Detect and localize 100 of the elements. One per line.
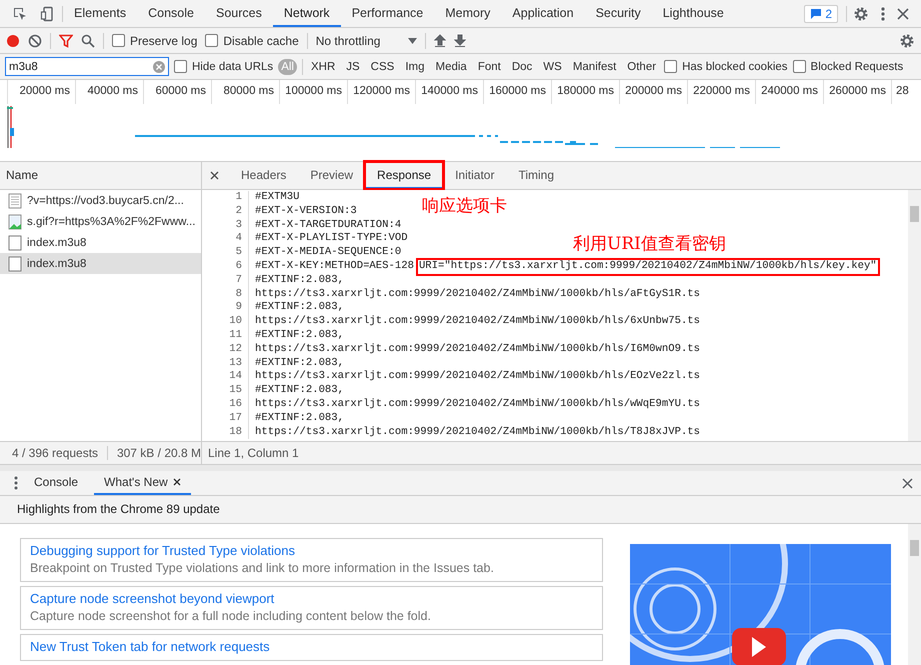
line-number: 13 [202,356,249,370]
issues-badge[interactable]: 2 [804,4,838,22]
timeline-tick: 140000 ms [415,80,483,104]
panel-tab[interactable]: Sources [204,0,273,27]
line-number: 4 [202,232,249,246]
panel-tab[interactable]: Memory [434,0,502,27]
type-filter[interactable]: CSS [368,58,398,74]
detail-tab[interactable]: Timing [506,162,566,189]
throttling-select[interactable]: No throttling [316,34,418,48]
feature-link[interactable]: Capture node screenshot beyond viewport [30,591,593,606]
code-line: https://ts3.xarxrljt.com:9999/20210402/Z4mMbiNW/1000kb/hls/6xUnbw75.ts [254,315,700,329]
feature-card[interactable]: Debugging support for Trusted Type violations Breakpoint on Trusted Type violations and link to more information in the Issues tab. [20,538,603,582]
image-icon [8,214,22,230]
type-filter[interactable]: WS [540,58,565,74]
timeline-tick: 240000 ms [755,80,823,104]
filter-field[interactable]: m3u8 [5,57,169,76]
more-menu-icon[interactable] [14,476,18,490]
settings-icon[interactable] [853,6,869,22]
checkbox[interactable] [664,60,678,73]
feature-card[interactable]: Capture node screenshot beyond viewport Capture node screenshot for a full node including content below the fold. [20,586,603,630]
annotation-text: 响应选项卡 [422,195,507,217]
type-filter[interactable]: Doc [508,58,536,74]
type-filter[interactable]: JS [343,58,363,74]
line-number: 16 [202,398,249,412]
checkbox[interactable] [205,34,218,47]
type-filter[interactable]: XHR [308,58,338,74]
scrollbar[interactable] [908,190,921,441]
line-number: 6 [202,260,249,274]
timeline-tick: 60000 ms [143,80,211,104]
panel-tab[interactable]: Lighthouse [652,0,735,27]
record-icon[interactable] [6,34,20,48]
inspect-icon[interactable] [12,6,28,22]
disable-cache-checkbox[interactable]: Disable cache [205,34,299,48]
request-row[interactable]: index.m3u8 [0,253,201,274]
drawer-tab[interactable]: Console [24,471,88,495]
feature-card[interactable]: New Trust Token tab for network requests [20,634,603,661]
drawer-heading: Highlights from the Chrome 89 update [0,496,921,524]
close-icon[interactable] [172,478,181,486]
panel-tab[interactable]: Application [501,0,585,27]
checkbox[interactable] [174,60,187,73]
settings-icon[interactable] [899,32,915,48]
code-line: #EXT-X-TARGETDURATION:4 [254,218,402,232]
checkbox-label: Disable cache [223,34,299,48]
blocked-requests-checkbox[interactable]: Blocked Requests [792,60,904,73]
request-name: index.m3u8 [27,236,86,248]
checkbox[interactable] [112,34,125,47]
hide-data-urls-checkbox[interactable]: Hide data URLs [174,60,274,73]
code-line: #EXT-X-VERSION:3 [254,204,357,219]
column-header[interactable]: Name [0,162,201,190]
type-filter[interactable]: Media [432,58,470,74]
code-line: #EXTINF:2.083, [254,412,344,426]
timeline-tick: 260000 ms [823,80,891,104]
code-line: #EXTINF:2.083, [254,274,344,288]
code-line: #EXTINF:2.083, [254,384,344,398]
feature-link[interactable]: Debugging support for Trusted Type violations [30,543,593,558]
clear-field-icon[interactable] [153,60,165,72]
panel-tab[interactable]: Elements [63,0,138,27]
close-icon[interactable] [902,478,913,488]
code-line: #EXTINF:2.083, [254,301,344,315]
line-number: 7 [202,274,249,288]
download-icon[interactable] [454,34,466,48]
timeline-tick: 40000 ms [75,80,143,104]
checkbox[interactable] [792,60,806,73]
timeline-tick: 100000 ms [279,80,347,104]
type-filter[interactable]: Manifest [570,58,620,74]
code-line: #EXT-X-KEY:METHOD=AES-128 [254,260,414,274]
line-number: 18 [202,426,249,440]
detail-tab[interactable]: Headers [229,162,298,189]
filter-icon[interactable] [59,34,73,48]
panel-tab[interactable]: Performance [340,0,434,27]
line-number: 12 [202,342,249,357]
type-filter[interactable]: Other [624,58,660,74]
detail-tab[interactable]: Response [365,162,444,189]
close-icon[interactable] [897,8,909,20]
close-icon[interactable] [210,171,219,180]
search-icon[interactable] [81,34,95,48]
detail-tab[interactable]: Initiator [443,162,506,189]
type-filter[interactable]: Font [474,58,504,74]
detail-tab[interactable]: Preview [298,162,366,189]
clear-icon[interactable] [28,34,42,48]
feature-description: Capture node screenshot for a full node including content below the fold. [30,609,432,623]
panel-tab[interactable]: Console [137,0,205,27]
type-filter[interactable]: Img [402,58,428,74]
panel-tab[interactable]: Security [584,0,652,27]
more-menu-icon[interactable] [881,6,885,22]
request-name: s.gif?r=https%3A%2F%2Fwww... [27,216,196,228]
feature-link[interactable]: New Trust Token tab for network requests [30,639,593,654]
file-icon [8,234,22,250]
blocked-cookies-checkbox[interactable]: Has blocked cookies [664,60,788,73]
timeline-tick: 20000 ms [7,80,75,104]
checkbox-label: Hide data URLs [192,60,274,72]
line-number: 10 [202,315,249,329]
code-line: #EXT-X-MEDIA-SEQUENCE:0 [254,246,402,260]
summary-text: 307 kB / 20.8 M [116,446,201,460]
line-number: 11 [202,328,249,343]
scrollbar[interactable] [908,524,921,665]
checkbox-label: Blocked Requests [810,60,904,72]
line-number: 8 [202,288,249,302]
preserve-log-checkbox[interactable]: Preserve log [112,34,198,48]
upload-icon[interactable] [434,34,446,48]
